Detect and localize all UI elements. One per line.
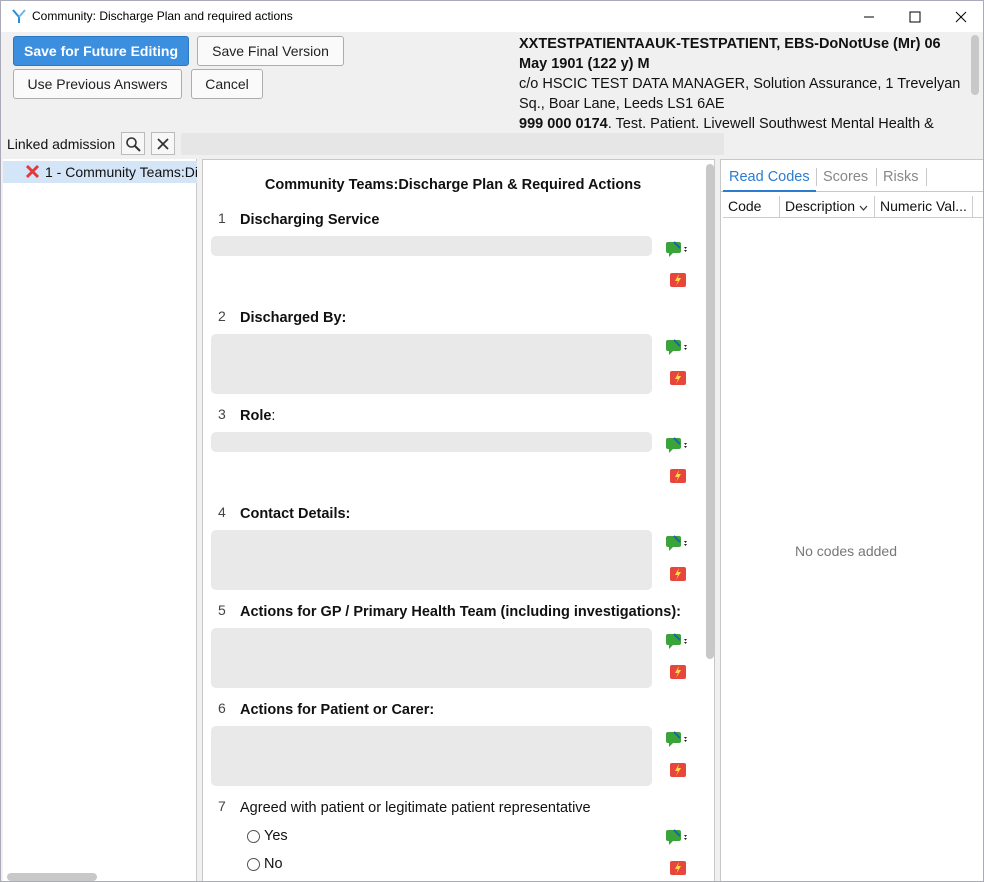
tree-item-label: 1 - Community Teams:Discharge Plan & Req… (45, 164, 197, 180)
clear-icon (157, 137, 169, 150)
tab-risks[interactable]: Risks (877, 166, 924, 192)
window-title: Community: Discharge Plan and required a… (32, 9, 293, 23)
question-number: 6 (218, 700, 226, 716)
tree-item-form[interactable]: 1 - Community Teams:Discharge Plan & Req… (3, 161, 197, 183)
question-label: Role: (240, 408, 275, 424)
linked-admission-clear-button[interactable] (151, 132, 175, 155)
flag-alert-icon[interactable] (669, 664, 687, 680)
use-previous-answers-button[interactable]: Use Previous Answers (13, 69, 182, 99)
add-note-icon[interactable] (665, 240, 691, 258)
form-panel: Community Teams:Discharge Plan & Require… (202, 159, 715, 881)
error-x-icon (25, 164, 40, 179)
app-logo-icon (12, 9, 26, 23)
question-label: Actions for Patient or Carer: (240, 702, 435, 718)
patient-banner-scrollbar[interactable] (971, 35, 979, 95)
tab-read-codes[interactable]: Read Codes (723, 166, 816, 192)
add-note-icon[interactable] (665, 828, 691, 846)
tree-horizontal-scrollbar[interactable] (7, 873, 97, 881)
column-numeric-value[interactable]: Numeric Val... (880, 198, 972, 214)
radio-no[interactable]: No (247, 856, 283, 872)
column-code[interactable]: Code (728, 198, 761, 214)
empty-codes-message: No codes added (795, 543, 897, 559)
save-final-version-button[interactable]: Save Final Version (197, 36, 344, 66)
question-number: 4 (218, 504, 226, 520)
minimize-icon (864, 16, 874, 17)
column-separator[interactable] (779, 196, 780, 218)
linked-admission-label: Linked admission (7, 136, 116, 152)
question-number: 1 (218, 210, 226, 226)
chevron-down-icon (859, 205, 868, 211)
actions-gp-field[interactable] (211, 628, 652, 688)
discharged-by-field[interactable] (211, 334, 652, 394)
patient-ids: 999 000 0174, Test, Patient, Livewell So… (519, 114, 967, 128)
question-label: Contact Details: (240, 506, 351, 522)
actions-patient-field[interactable] (211, 726, 652, 786)
form-tree-panel: 1 - Community Teams:Discharge Plan & Req… (3, 159, 197, 881)
add-note-icon[interactable] (665, 534, 691, 552)
flag-alert-icon[interactable] (669, 566, 687, 582)
add-note-icon[interactable] (665, 730, 691, 748)
question-number: 7 (218, 798, 226, 814)
tab-separator (926, 168, 927, 186)
question-number: 2 (218, 308, 226, 324)
question-label: Discharging Service (240, 212, 380, 228)
codes-table-header: Code Description Numeric Val... (723, 196, 983, 218)
radio-circle[interactable] (247, 857, 260, 871)
flag-alert-icon[interactable] (669, 272, 687, 288)
minimize-button[interactable] (846, 1, 892, 32)
question-label: Agreed with patient or legitimate patien… (240, 800, 591, 816)
codes-tabs: Read Codes Scores Risks (721, 160, 983, 192)
radio-label: No (264, 856, 283, 872)
close-icon (955, 11, 967, 22)
discharging-service-field[interactable] (211, 236, 652, 256)
contact-details-field[interactable] (211, 530, 652, 590)
column-description[interactable]: Description (785, 198, 868, 214)
add-note-icon[interactable] (665, 436, 691, 454)
radio-yes[interactable]: Yes (247, 828, 288, 844)
form-vertical-scrollbar[interactable] (706, 164, 714, 659)
cancel-button[interactable]: Cancel (191, 69, 263, 99)
question-label: Discharged By: (240, 310, 347, 326)
patient-extra: , Test, Patient, Livewell Southwest Ment… (607, 116, 934, 128)
column-separator[interactable] (972, 196, 973, 218)
nhs-number: 999 000 0174 (519, 116, 608, 128)
flag-alert-icon[interactable] (669, 860, 687, 876)
question-number: 5 (218, 602, 226, 618)
maximize-button[interactable] (892, 1, 938, 32)
flag-alert-icon[interactable] (669, 762, 687, 778)
patient-name: XXTESTPATIENTAAUK-TESTPATIENT, EBS-DoNot… (519, 36, 941, 72)
add-note-icon[interactable] (665, 338, 691, 356)
flag-alert-icon[interactable] (669, 468, 687, 484)
radio-circle[interactable] (247, 829, 260, 843)
column-description-label: Description (785, 198, 856, 214)
flag-alert-icon[interactable] (669, 370, 687, 386)
patient-banner: XXTESTPATIENTAAUK-TESTPATIENT, EBS-DoNot… (519, 34, 967, 128)
linked-admission-search-button[interactable] (121, 132, 145, 155)
question-number: 3 (218, 406, 226, 422)
add-note-icon[interactable] (665, 632, 691, 650)
maximize-icon (909, 11, 921, 22)
tab-scores[interactable]: Scores (817, 166, 874, 192)
title-bar: Community: Discharge Plan and required a… (1, 1, 983, 32)
role-field[interactable] (211, 432, 652, 452)
role-label-colon: : (271, 408, 276, 424)
search-icon (126, 136, 141, 152)
save-for-future-editing-button[interactable]: Save for Future Editing (13, 36, 189, 66)
application-window: Community: Discharge Plan and required a… (0, 0, 984, 882)
column-separator[interactable] (874, 196, 875, 218)
radio-label: Yes (264, 828, 288, 844)
form-title: Community Teams:Discharge Plan & Require… (264, 177, 642, 193)
codes-panel: Read Codes Scores Risks Code Description… (720, 159, 983, 881)
question-label: Actions for GP / Primary Health Team (in… (240, 604, 681, 620)
role-label-text: Role (240, 408, 272, 424)
close-button[interactable] (938, 1, 983, 32)
linked-admission-field[interactable] (181, 133, 724, 155)
patient-address: c/o HSCIC TEST DATA MANAGER, Solution As… (519, 76, 961, 112)
